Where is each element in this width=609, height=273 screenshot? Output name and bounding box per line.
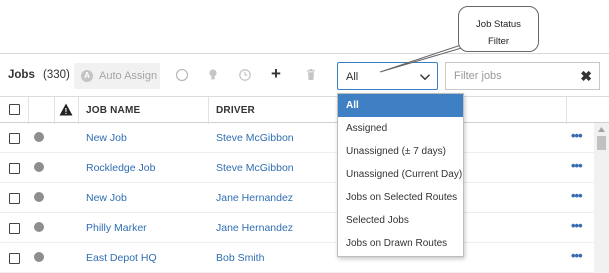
dropdown-option[interactable]: Unassigned (± 7 days) xyxy=(338,140,463,163)
add-job-icon[interactable]: + xyxy=(271,65,281,82)
lightbulb-icon[interactable] xyxy=(205,67,221,83)
table-row[interactable]: East Depot HQ Bob Smith ••• xyxy=(0,243,594,273)
dropdown-option[interactable]: All xyxy=(338,94,463,117)
job-name-link[interactable]: Philly Marker xyxy=(86,222,147,234)
callout-line-1: Job Status xyxy=(476,19,521,30)
more-options-icon[interactable]: ••• xyxy=(571,188,583,203)
dropdown-option[interactable]: Jobs on Drawn Routes xyxy=(338,232,463,255)
status-dot xyxy=(34,132,44,142)
driver-header[interactable]: DRIVER xyxy=(216,105,255,116)
more-options-icon[interactable]: ••• xyxy=(571,248,583,263)
job-name-link[interactable]: New Job xyxy=(86,132,127,144)
table-row[interactable]: New Job Jane Hernandez ••• xyxy=(0,183,594,213)
more-options-icon[interactable]: ••• xyxy=(571,158,583,173)
driver-link[interactable]: Bob Smith xyxy=(216,252,264,264)
table-row[interactable]: Philly Marker Jane Hernandez ••• xyxy=(0,213,594,243)
vertical-scrollbar[interactable] xyxy=(594,123,609,273)
auto-assign-button[interactable]: A Auto Assign xyxy=(74,63,160,89)
jobs-table-header: ! JOB NAME DRIVER xyxy=(0,96,609,124)
jobs-panel: Jobs (330) A Auto Assign + All Filter jo… xyxy=(0,53,609,273)
dropdown-option[interactable]: Unassigned (Current Day) xyxy=(338,163,463,186)
jobs-toolbar: Jobs (330) A Auto Assign + All Filter jo… xyxy=(0,54,609,96)
table-row[interactable]: New Job Steve McGibbon ••• xyxy=(0,123,594,153)
scrollbar-thumb[interactable] xyxy=(597,136,606,150)
jobs-count: (330) xyxy=(43,69,70,81)
warning-glyph: ! xyxy=(65,107,68,116)
auto-assign-icon: A xyxy=(81,70,93,82)
row-checkbox[interactable] xyxy=(9,193,20,204)
circle-icon[interactable] xyxy=(174,67,190,83)
status-dot xyxy=(34,162,44,172)
job-status-filter-value: All xyxy=(346,71,359,83)
status-dot xyxy=(34,252,44,262)
callout-line-2: Filter xyxy=(487,36,510,47)
dropdown-option[interactable]: Assigned xyxy=(338,117,463,140)
status-dot xyxy=(34,192,44,202)
column-divider xyxy=(208,97,209,124)
trash-icon[interactable] xyxy=(303,67,319,83)
scroll-up-arrow-icon[interactable] xyxy=(597,126,606,133)
more-options-icon[interactable]: ••• xyxy=(571,218,583,233)
clear-filter-icon[interactable]: ✖ xyxy=(580,69,592,83)
driver-link[interactable]: Jane Hernandez xyxy=(216,222,293,234)
select-all-checkbox[interactable] xyxy=(9,104,20,115)
job-name-link[interactable]: Rockledge Job xyxy=(86,162,155,174)
column-divider xyxy=(54,97,55,124)
row-checkbox[interactable] xyxy=(9,163,20,174)
column-divider xyxy=(78,97,79,124)
driver-link[interactable]: Steve McGibbon xyxy=(216,132,294,144)
driver-link[interactable]: Steve McGibbon xyxy=(216,162,294,174)
job-name-link[interactable]: East Depot HQ xyxy=(86,252,157,264)
dropdown-option[interactable]: Jobs on Selected Routes xyxy=(338,186,463,209)
clock-icon[interactable] xyxy=(237,67,253,83)
dropdown-option[interactable]: Selected Jobs xyxy=(338,209,463,232)
driver-link[interactable]: Jane Hernandez xyxy=(216,192,293,204)
status-dot xyxy=(34,222,44,232)
job-name-header[interactable]: JOB NAME xyxy=(86,105,140,116)
row-checkbox[interactable] xyxy=(9,253,20,264)
warning-icon: ! xyxy=(59,103,73,116)
more-options-icon[interactable]: ••• xyxy=(571,128,583,143)
table-row[interactable]: Rockledge Job Steve McGibbon ••• xyxy=(0,153,594,183)
jobs-title: Jobs xyxy=(8,69,35,81)
column-divider xyxy=(28,97,29,124)
row-checkbox[interactable] xyxy=(9,133,20,144)
row-checkbox[interactable] xyxy=(9,223,20,234)
job-status-filter-callout: Job Status Filter xyxy=(458,6,539,52)
auto-assign-label: Auto Assign xyxy=(99,70,158,82)
column-divider xyxy=(566,97,567,124)
jobs-table-body: New Job Steve McGibbon ••• Rockledge Job… xyxy=(0,123,594,273)
job-status-dropdown-menu: All Assigned Unassigned (± 7 days) Unassign… xyxy=(337,93,464,257)
job-name-link[interactable]: New Job xyxy=(86,192,127,204)
